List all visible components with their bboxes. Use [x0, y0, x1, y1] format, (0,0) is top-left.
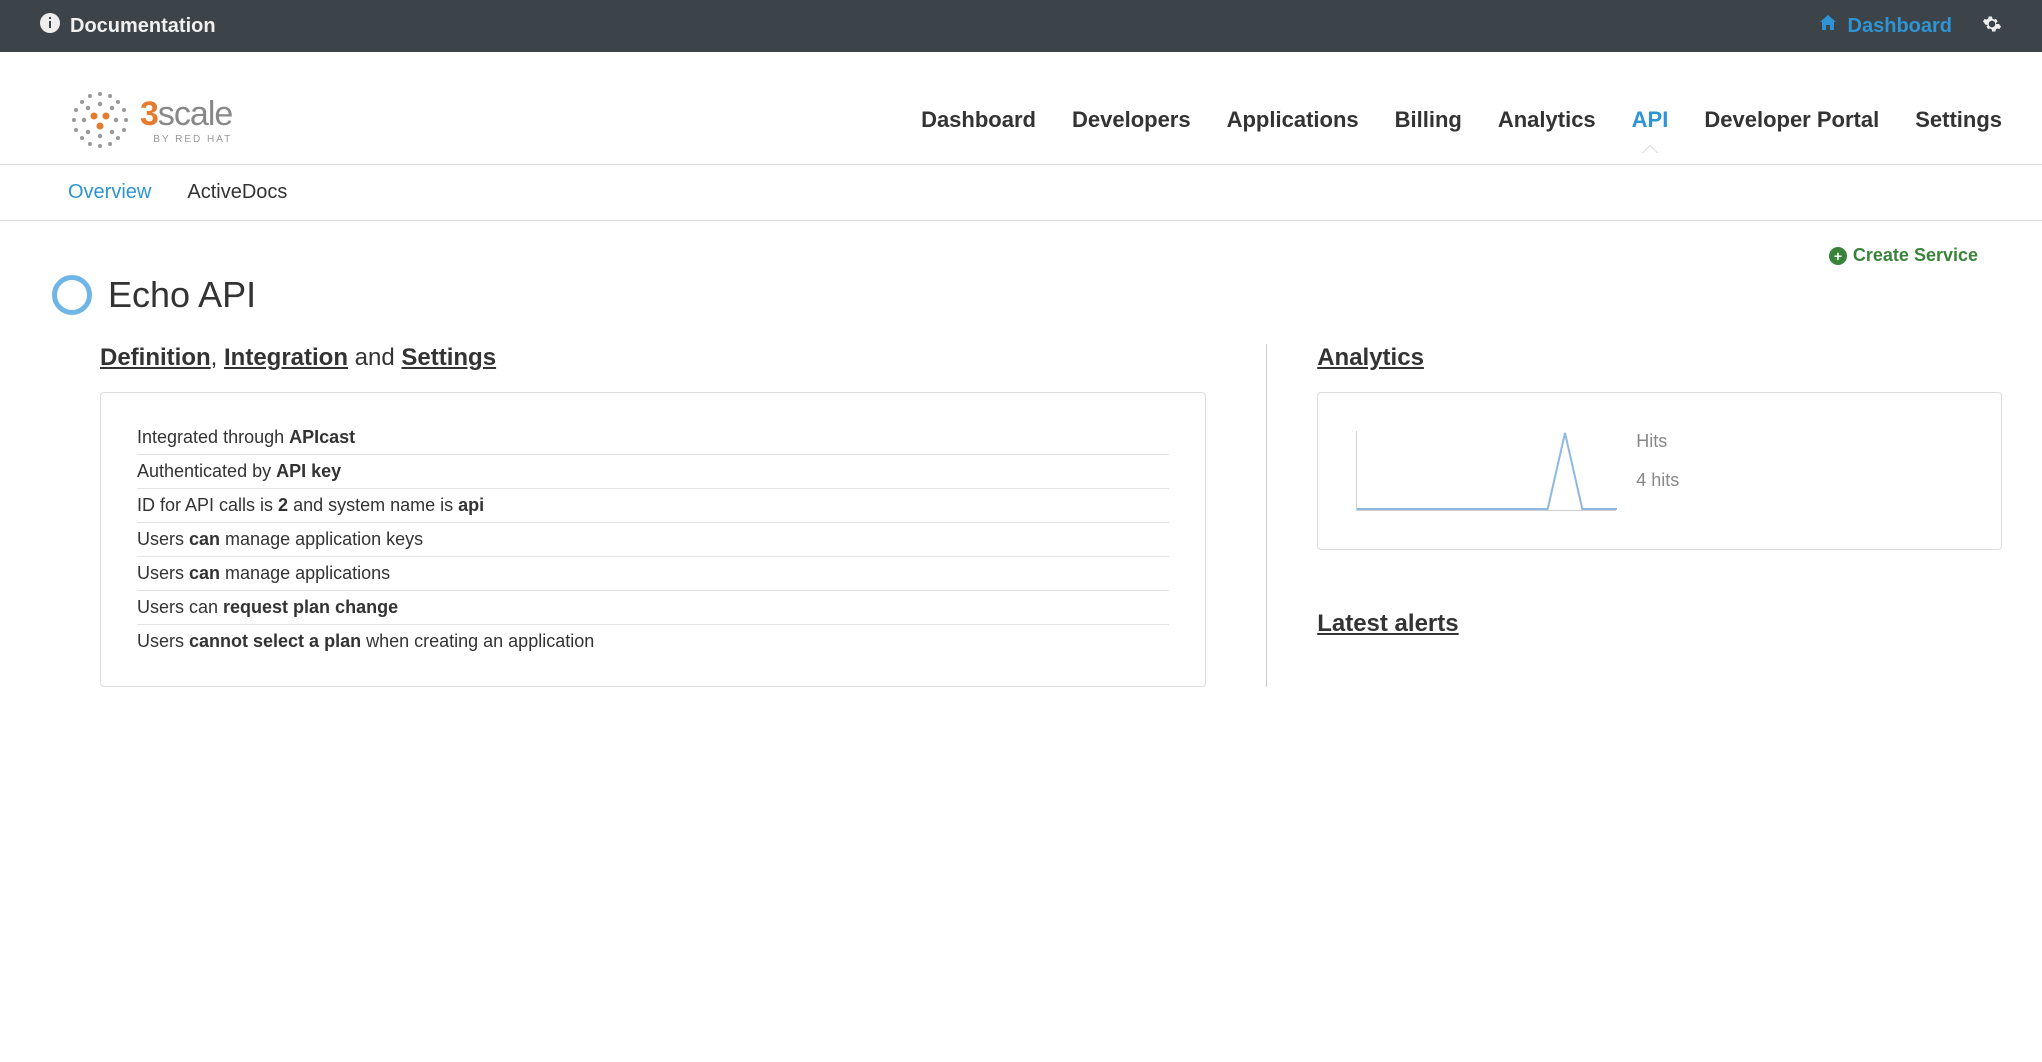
- column-right: Analytics Hits 4 hits Latest alerts: [1266, 344, 2002, 687]
- info-icon: [40, 13, 60, 39]
- nav-dashboard[interactable]: Dashboard: [921, 99, 1036, 141]
- definition-box: Integrated through APIcast Authenticated…: [100, 392, 1206, 687]
- nav-applications[interactable]: Applications: [1227, 99, 1359, 141]
- header: 3scale BY RED HAT Dashboard Developers A…: [0, 52, 2042, 165]
- status-ring-icon: [52, 275, 92, 315]
- nav-api[interactable]: API: [1632, 99, 1669, 141]
- dashboard-label: Dashboard: [1848, 15, 1952, 38]
- def-row: Integrated through APIcast: [137, 421, 1169, 455]
- chart-metric-value: 4 hits: [1636, 470, 1679, 491]
- nav-developers[interactable]: Developers: [1072, 99, 1191, 141]
- hits-chart: [1356, 431, 1616, 511]
- home-icon: [1818, 13, 1838, 39]
- create-service-button[interactable]: + Create Service: [1829, 245, 1978, 266]
- integration-link[interactable]: Integration: [224, 344, 348, 371]
- logo[interactable]: 3scale BY RED HAT: [68, 88, 232, 152]
- def-row: ID for API calls is 2 and system name is…: [137, 489, 1169, 523]
- sub-nav: Overview ActiveDocs: [0, 165, 2042, 221]
- definition-link[interactable]: Definition: [100, 344, 211, 371]
- settings-link[interactable]: Settings: [401, 344, 496, 371]
- topbar-right: Dashboard: [1818, 13, 2002, 39]
- documentation-link[interactable]: Documentation: [40, 13, 216, 39]
- content: + Create Service Echo API Definition, In…: [0, 221, 2042, 727]
- column-left: Definition, Integration and Settings Int…: [100, 344, 1206, 687]
- plus-circle-icon: +: [1829, 247, 1847, 265]
- definition-heading: Definition, Integration and Settings: [100, 344, 1206, 372]
- subnav-overview[interactable]: Overview: [68, 181, 151, 204]
- def-row: Users cannot select a plan when creating…: [137, 625, 1169, 658]
- logo-brand: 3scale: [140, 95, 232, 134]
- two-column-layout: Definition, Integration and Settings Int…: [100, 344, 2002, 687]
- latest-alerts-heading[interactable]: Latest alerts: [1317, 610, 2002, 638]
- logo-mark-icon: [68, 88, 132, 152]
- def-row: Users can manage application keys: [137, 523, 1169, 557]
- analytics-box: Hits 4 hits: [1317, 392, 2002, 550]
- nav-billing[interactable]: Billing: [1395, 99, 1462, 141]
- chart-metric-label: Hits: [1636, 431, 1679, 452]
- topbar: Documentation Dashboard: [0, 0, 2042, 52]
- definition-list: Integrated through APIcast Authenticated…: [137, 421, 1169, 658]
- analytics-heading[interactable]: Analytics: [1317, 344, 2002, 372]
- def-row: Authenticated by API key: [137, 455, 1169, 489]
- documentation-label: Documentation: [70, 15, 216, 38]
- chart-labels: Hits 4 hits: [1636, 431, 1679, 491]
- api-title: Echo API: [108, 274, 256, 316]
- main-nav: Dashboard Developers Applications Billin…: [921, 99, 2002, 141]
- settings-gear-icon[interactable]: [1982, 14, 2002, 39]
- logo-byline: BY RED HAT: [140, 134, 232, 145]
- create-service-label: Create Service: [1853, 245, 1978, 266]
- nav-settings[interactable]: Settings: [1915, 99, 2002, 141]
- def-row: Users can request plan change: [137, 591, 1169, 625]
- create-service-row: + Create Service: [100, 245, 2002, 266]
- def-row: Users can manage applications: [137, 557, 1169, 591]
- api-title-row: Echo API: [100, 274, 2002, 316]
- logo-text: 3scale BY RED HAT: [140, 95, 232, 145]
- dashboard-link[interactable]: Dashboard: [1818, 13, 1952, 39]
- subnav-activedocs[interactable]: ActiveDocs: [187, 181, 287, 204]
- nav-analytics[interactable]: Analytics: [1498, 99, 1596, 141]
- nav-developer-portal[interactable]: Developer Portal: [1704, 99, 1879, 141]
